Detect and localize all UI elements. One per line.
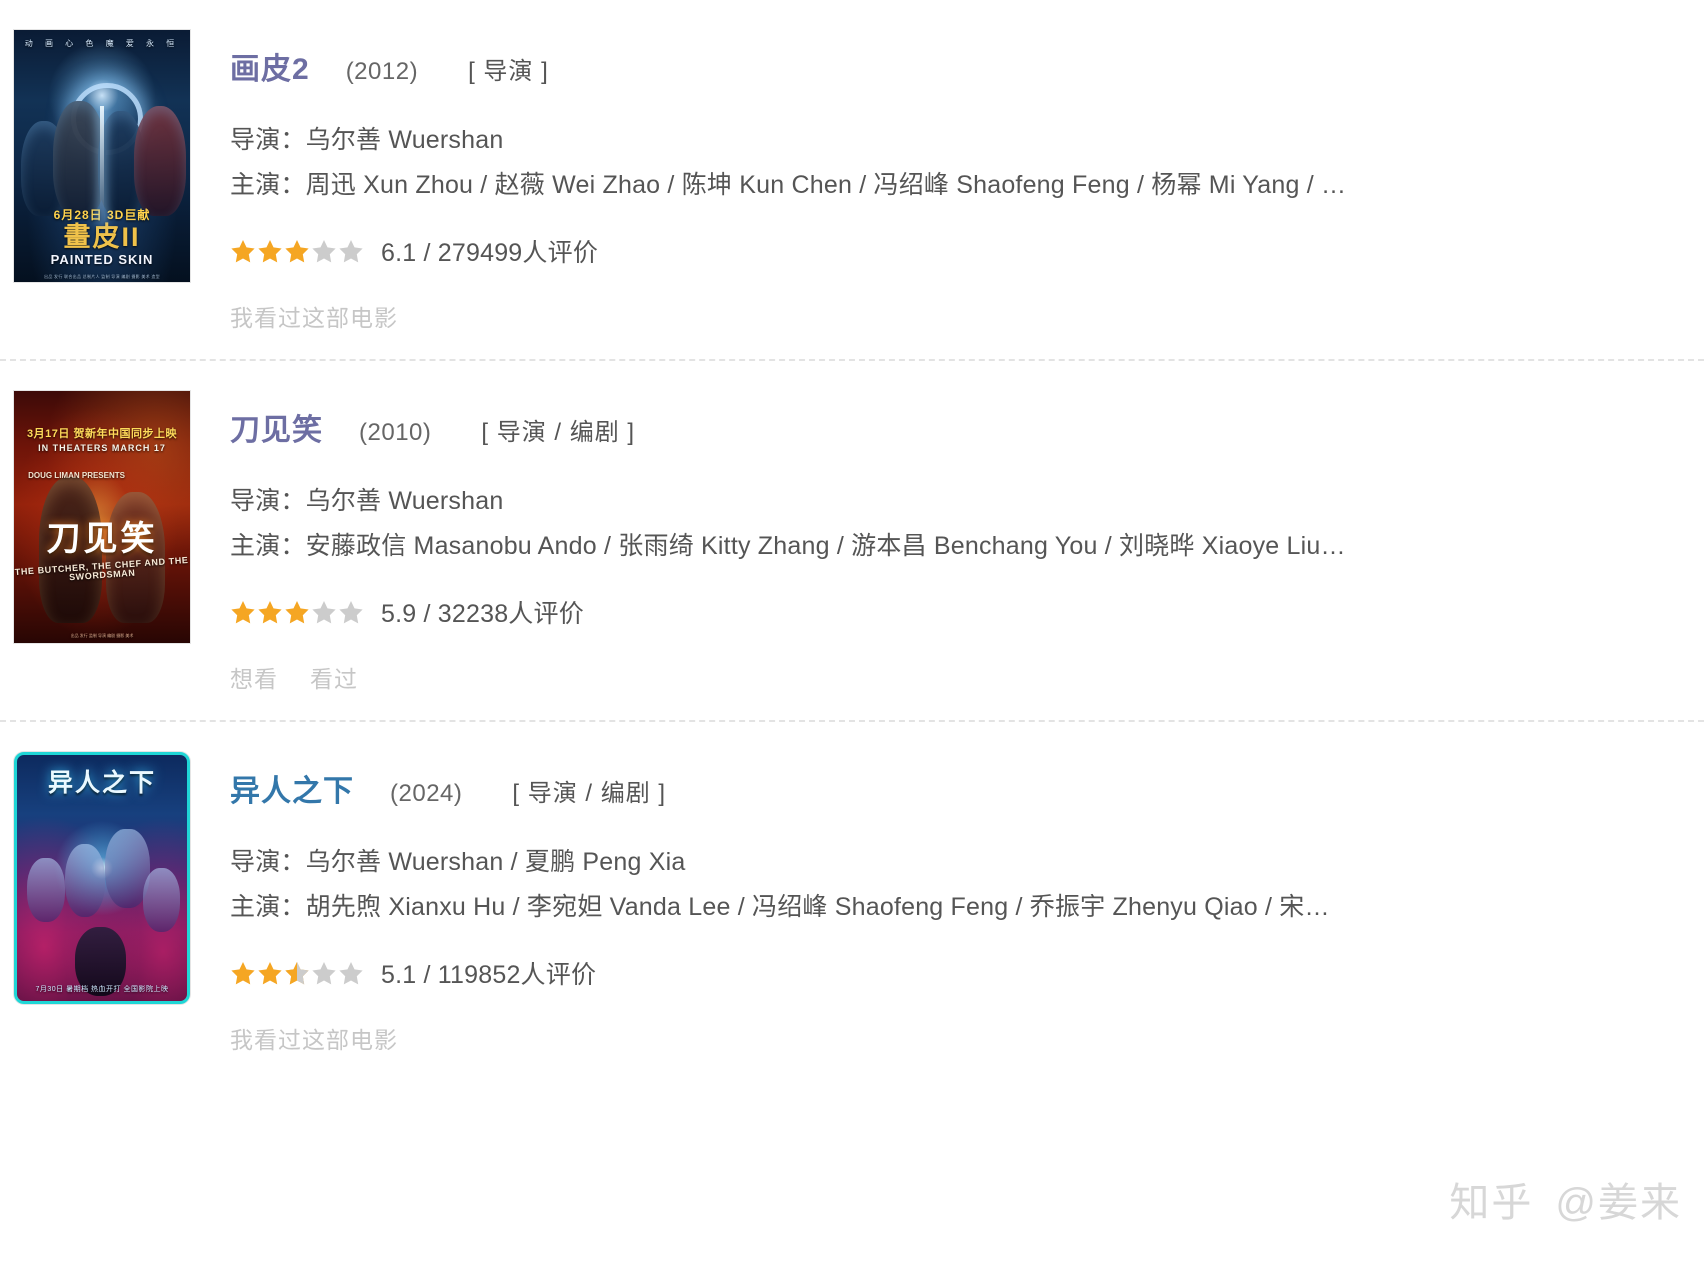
rating-star [338, 238, 364, 264]
movie-info: 画皮2 (2012)[ 导演 ] 导演：乌尔善 Wuershan 主演：周迅 Xun … [196, 30, 1704, 333]
movie-title-row: 画皮2 (2012) [ 导演 ] [230, 44, 1674, 88]
cast-line: 主演：周迅 Xun Zhou / 赵薇 Wei Zhao / 陈坤 Kun Ch… [230, 163, 1674, 208]
filmography-page: 动 画 心 色 魔 爱 永 恒 6月28日 3D巨献 畫皮II PAINTED SKI… [0, 0, 1704, 1270]
cast-names: 周迅 Xun Zhou / 赵薇 Wei Zhao / 陈坤 Kun Chen … [305, 170, 1347, 199]
cast-line: 主演：胡先煦 Xianxu Hu / 李宛妲 Vanda Lee / 冯绍峰 S… [230, 885, 1674, 930]
director-names: 乌尔善 Wuershan [305, 487, 504, 515]
movie-info: 刀见笑 (2010)[ 导演 / 编剧 ] 导演：乌尔善 Wuershan 主演：安藤… [196, 391, 1704, 694]
rating-star [230, 960, 256, 986]
poster-release-date: 7月30日 暑期档 热血开打 全国影院上映 [35, 986, 169, 994]
watermark-handle: @姜来 [1555, 1181, 1682, 1225]
rating-star [284, 599, 310, 625]
zhihu-watermark: 知乎 @姜来 [1449, 1170, 1682, 1228]
poster-credits: 出品 发行 监制 导演 编剧 摄影 美术 [70, 632, 134, 638]
director-line: 导演：乌尔善 Wuershan [230, 479, 1674, 524]
movie-title-row: 刀见笑 (2010) [ 导演 / 编剧 ] [230, 405, 1674, 449]
movie-list-item: 异人之下 7月30日 暑期档 热血开打 全国影院上映 异人之下 (2024) [ 导演 … [0, 720, 1704, 1081]
cast-label: 主演： [230, 170, 306, 199]
movie-title-link[interactable]: 异人之下 [230, 766, 354, 810]
poster-credits: 出品 发行 联合出品 总制片人 监制 导演 编剧 摄影 美术 造型 [44, 274, 160, 280]
movie-info: 异人之下 (2024) [ 导演 / 编剧 ] 导演：乌尔善 Wuershan / 夏… [196, 752, 1704, 1055]
rating-row: 5.9 / 32238人评价 [230, 594, 1674, 630]
movie-poster[interactable]: 异人之下 7月30日 暑期档 热血开打 全国影院上映 [14, 752, 190, 1004]
movie-list-item: 3月17日 贺新年中国同步上映 IN THEATERS MARCH 17 DOUG … [0, 359, 1704, 720]
poster-figure [133, 105, 187, 217]
poster-release-date: 3月17日 贺新年中国同步上映 [27, 427, 177, 440]
poster-title-cn: 畫皮II [63, 222, 141, 253]
movie-year: (2010) [359, 419, 432, 446]
action-link[interactable]: 我看过这部电影 [230, 299, 398, 333]
movie-list: 动 画 心 色 魔 爱 永 恒 6月28日 3D巨献 畫皮II PAINTED SKI… [0, 0, 1704, 1081]
movie-actions: 想看 看过 [230, 660, 1674, 694]
movie-poster[interactable]: 3月17日 贺新年中国同步上映 IN THEATERS MARCH 17 DOUG … [14, 391, 190, 643]
rating-star [311, 960, 337, 986]
rating-star [338, 599, 364, 625]
movie-actions: 我看过这部电影 [230, 1021, 1674, 1055]
rating-star [338, 960, 364, 986]
movie-poster[interactable]: 动 画 心 色 魔 爱 永 恒 6月28日 3D巨献 畫皮II PAINTED SKI… [14, 30, 190, 282]
poster-cell: 3月17日 贺新年中国同步上映 IN THEATERS MARCH 17 DOUG … [0, 391, 196, 643]
poster-title-en: PAINTED SKIN [50, 252, 154, 268]
cast-names: 胡先煦 Xianxu Hu / 李宛妲 Vanda Lee / 冯绍峰 Shao… [305, 892, 1330, 921]
poster-presenter: DOUG LIMAN PRESENTS [28, 470, 125, 480]
poster-tagline: 动 画 心 色 魔 爱 永 恒 [24, 39, 180, 49]
poster-title-cn: 刀见笑 [46, 520, 158, 559]
cast-line: 主演：安藤政信 Masanobu Ando / 张雨绮 Kitty Zhang … [230, 524, 1674, 569]
director-line: 导演：乌尔善 Wuershan / 夏鹏 Peng Xia [230, 840, 1674, 885]
poster-cell: 动 画 心 色 魔 爱 永 恒 6月28日 3D巨献 畫皮II PAINTED SKI… [0, 30, 196, 282]
movie-title-row: 异人之下 (2024) [ 导演 / 编剧 ] [230, 766, 1674, 810]
star-rating [230, 599, 365, 625]
director-label: 导演： [230, 848, 306, 876]
poster-figure [27, 858, 65, 923]
poster-release-date-en: IN THEATERS MARCH 17 [38, 442, 166, 453]
cast-label: 主演： [230, 531, 306, 560]
movie-year: (2024) [390, 780, 463, 807]
rating-star [257, 599, 283, 625]
movie-list-item: 动 画 心 色 魔 爱 永 恒 6月28日 3D巨献 畫皮II PAINTED SKI… [0, 0, 1704, 359]
movie-year: (2012) [345, 58, 419, 85]
rating-text: 5.1 / 119852人评价 [381, 961, 597, 989]
rating-star [257, 238, 283, 264]
movie-roles: [ 导演 ] [468, 58, 549, 85]
movie-actions: 我看过这部电影 [230, 299, 1674, 333]
director-line: 导演：乌尔善 Wuershan [230, 118, 1674, 163]
cast-names: 安藤政信 Masanobu Ando / 张雨绮 Kitty Zhang / 游… [305, 531, 1346, 560]
director-names: 乌尔善 Wuershan [305, 126, 504, 154]
rating-row: 6.1 / 279499人评价 [230, 233, 1674, 269]
rating-star [230, 599, 256, 625]
poster-release-date: 6月28日 3D巨献 [53, 207, 151, 222]
action-link[interactable]: 看过 [310, 660, 358, 694]
rating-star [311, 599, 337, 625]
movie-roles: [ 导演 / 编剧 ] [512, 780, 667, 807]
star-rating [230, 960, 365, 986]
movie-title-link[interactable]: 刀见笑 [230, 405, 323, 449]
action-link[interactable]: 我看过这部电影 [230, 1021, 398, 1055]
rating-star [284, 238, 310, 264]
rating-star [284, 960, 310, 986]
action-link[interactable]: 想看 [230, 660, 278, 694]
poster-figure [142, 868, 181, 933]
star-rating [230, 238, 365, 264]
rating-text: 6.1 / 279499人评价 [381, 239, 599, 267]
poster-figure [64, 843, 106, 918]
director-names: 乌尔善 Wuershan / 夏鹏 Peng Xia [305, 848, 686, 876]
rating-star [230, 238, 256, 264]
poster-cell: 异人之下 7月30日 暑期档 热血开打 全国影院上映 [0, 752, 196, 1004]
rating-star [257, 960, 283, 986]
movie-title-link[interactable]: 画皮2 [230, 44, 310, 88]
cast-label: 主演： [230, 892, 306, 921]
poster-title-cn: 异人之下 [47, 768, 156, 797]
director-label: 导演： [230, 126, 306, 154]
rating-star [311, 238, 337, 264]
rating-row: 5.1 / 119852人评价 [230, 955, 1674, 991]
movie-roles: [ 导演 / 编剧 ] [481, 419, 636, 446]
director-label: 导演： [230, 487, 306, 515]
rating-text: 5.9 / 32238人评价 [381, 600, 584, 628]
watermark-brand: 知乎 [1449, 1181, 1534, 1225]
